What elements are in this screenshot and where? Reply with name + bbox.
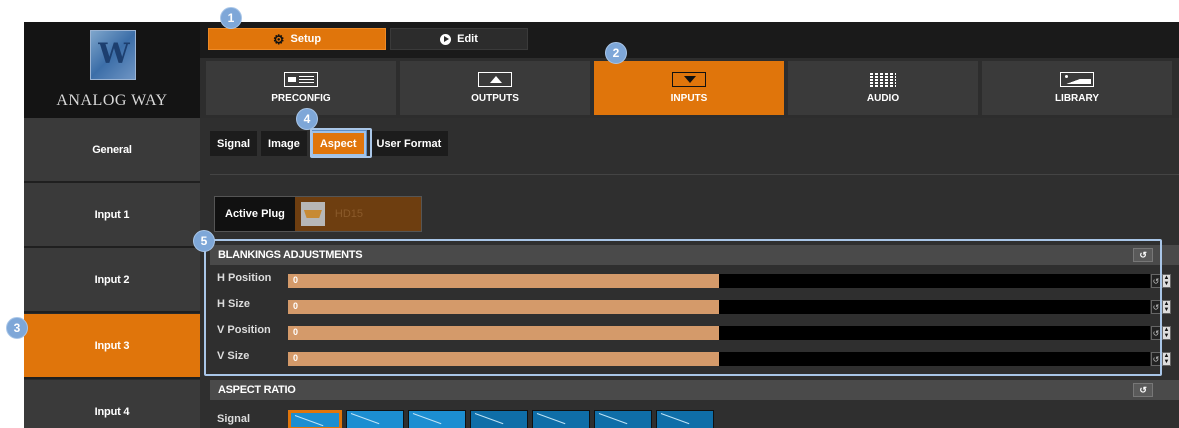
sidebar-item-label: Input 1 — [94, 208, 130, 221]
slider-fill — [288, 300, 719, 314]
tab-inputs[interactable]: INPUTS — [594, 61, 784, 115]
aspect-ratio-reset-button[interactable]: ↺ — [1133, 383, 1153, 397]
sub-tabs: Signal Image Aspect User Format — [210, 130, 449, 157]
tab-audio[interactable]: AUDIO — [788, 61, 978, 115]
edit-label: Edit — [457, 33, 478, 45]
brand-name: ANALOG WAY — [56, 92, 168, 109]
setup-mode-button[interactable]: ⚙ Setup — [208, 28, 386, 50]
aspect-option[interactable] — [408, 410, 466, 428]
active-plug-value: HD15 — [334, 208, 364, 220]
preconfig-icon — [284, 72, 318, 87]
sidebar-item-input-4[interactable]: Input 4 — [24, 380, 200, 428]
h-size-stepper[interactable]: ▲ ▼ — [1162, 300, 1171, 314]
slider-fill — [288, 352, 719, 366]
h-position-reset-icon[interactable]: ↺ — [1151, 274, 1161, 288]
tab-preconfig[interactable]: PRECONFIG — [206, 61, 396, 115]
app-window: W ANALOG WAY ⚙ Setup Edit PRECONFIG OUTP… — [0, 0, 1179, 428]
sidebar-item-input-3[interactable]: Input 3 — [24, 314, 200, 379]
callout-badge-2: 2 — [605, 42, 627, 64]
inputs-icon — [672, 72, 706, 87]
v-position-row: V Position 0 ↺ ▲ ▼ — [210, 321, 1179, 343]
subtab-aspect[interactable]: Aspect — [309, 130, 367, 157]
aspect-option[interactable] — [594, 410, 652, 428]
divider — [210, 174, 1179, 175]
subtab-image[interactable]: Image — [261, 131, 307, 156]
outputs-icon — [478, 72, 512, 87]
v-size-value: 0 — [293, 353, 299, 363]
v-position-label: V Position — [217, 324, 271, 336]
h-position-label: H Position — [217, 272, 272, 284]
v-size-stepper[interactable]: ▲ ▼ — [1162, 352, 1171, 366]
active-plug-selector[interactable]: HD15 — [294, 197, 421, 231]
v-size-label: V Size — [217, 350, 250, 362]
sidebar-item-input-1[interactable]: Input 1 — [24, 183, 200, 248]
aspect-ratio-title: ASPECT RATIO — [218, 384, 296, 396]
tab-label: PRECONFIG — [271, 93, 331, 104]
play-circle-icon — [440, 33, 452, 45]
audio-icon — [870, 72, 896, 87]
tab-label: LIBRARY — [1054, 93, 1100, 104]
edit-mode-button[interactable]: Edit — [390, 28, 528, 50]
active-plug-panel: Active Plug HD15 — [214, 196, 422, 232]
aspect-ratio-options — [288, 410, 714, 428]
main-tabs: PRECONFIG OUTPUTS INPUTS AUDIO LIBRARY — [200, 58, 1179, 118]
aspect-option[interactable] — [288, 410, 342, 428]
v-position-slider[interactable]: 0 — [288, 326, 1150, 340]
sidebar-item-input-2[interactable]: Input 2 — [24, 248, 200, 313]
tab-label: OUTPUTS — [471, 93, 519, 104]
blankings-reset-button[interactable]: ↺ — [1133, 248, 1153, 262]
blankings-title: BLANKINGS ADJUSTMENTS — [218, 249, 363, 261]
hd15-connector-icon — [300, 202, 325, 226]
library-icon — [1060, 72, 1094, 87]
active-plug-label: Active Plug — [225, 208, 285, 220]
sidebar: General Input 1 Input 2 Input 3 Input 4 — [24, 118, 200, 428]
aspect-option[interactable] — [656, 410, 714, 428]
tab-label: INPUTS — [670, 93, 708, 104]
h-position-row: H Position 0 ↺ ▲ ▼ — [210, 269, 1179, 291]
slider-fill — [288, 326, 719, 340]
slider-fill — [288, 274, 719, 288]
sidebar-item-label: Input 4 — [94, 405, 130, 418]
tab-outputs[interactable]: OUTPUTS — [400, 61, 590, 115]
tab-label: AUDIO — [866, 93, 900, 104]
analog-way-logo-icon: W — [90, 30, 136, 80]
v-size-slider[interactable]: 0 — [288, 352, 1150, 366]
main-content: Signal Image Aspect User Format Active P… — [200, 118, 1179, 428]
signal-label: Signal — [217, 413, 251, 425]
setup-label: Setup — [290, 33, 322, 45]
h-size-value: 0 — [293, 301, 299, 311]
tab-library[interactable]: LIBRARY — [982, 61, 1172, 115]
v-position-value: 0 — [293, 327, 299, 337]
mode-bar: ⚙ Setup Edit — [200, 22, 1179, 58]
subtab-user-format[interactable]: User Format — [369, 131, 449, 156]
v-size-row: V Size 0 ↺ ▲ ▼ — [210, 347, 1179, 369]
h-size-row: H Size 0 ↺ ▲ ▼ — [210, 295, 1179, 317]
subtab-signal[interactable]: Signal — [210, 131, 258, 156]
blankings-header: BLANKINGS ADJUSTMENTS ↺ — [210, 245, 1179, 265]
h-position-slider[interactable]: 0 — [288, 274, 1150, 288]
aspect-ratio-header: ASPECT RATIO ↺ — [210, 380, 1179, 400]
callout-badge-3: 3 — [6, 317, 28, 339]
gear-icon: ⚙ — [272, 31, 285, 47]
callout-badge-4: 4 — [296, 108, 318, 130]
sidebar-item-label: Input 2 — [94, 273, 130, 286]
h-position-value: 0 — [293, 275, 299, 285]
callout-badge-5: 5 — [193, 230, 215, 252]
sidebar-item-general[interactable]: General — [24, 118, 200, 183]
brand-logo: W ANALOG WAY — [24, 22, 200, 118]
aspect-option[interactable] — [346, 410, 404, 428]
h-size-slider[interactable]: 0 — [288, 300, 1150, 314]
h-size-reset-icon[interactable]: ↺ — [1151, 300, 1161, 314]
aspect-option[interactable] — [470, 410, 528, 428]
h-position-stepper[interactable]: ▲ ▼ — [1162, 274, 1171, 288]
sidebar-item-label: General — [92, 143, 132, 156]
v-position-reset-icon[interactable]: ↺ — [1151, 326, 1161, 340]
callout-badge-1: 1 — [220, 7, 242, 29]
aspect-option[interactable] — [532, 410, 590, 428]
v-size-reset-icon[interactable]: ↺ — [1151, 352, 1161, 366]
h-size-label: H Size — [217, 298, 251, 310]
v-position-stepper[interactable]: ▲ ▼ — [1162, 326, 1171, 340]
sidebar-item-label: Input 3 — [94, 339, 130, 352]
